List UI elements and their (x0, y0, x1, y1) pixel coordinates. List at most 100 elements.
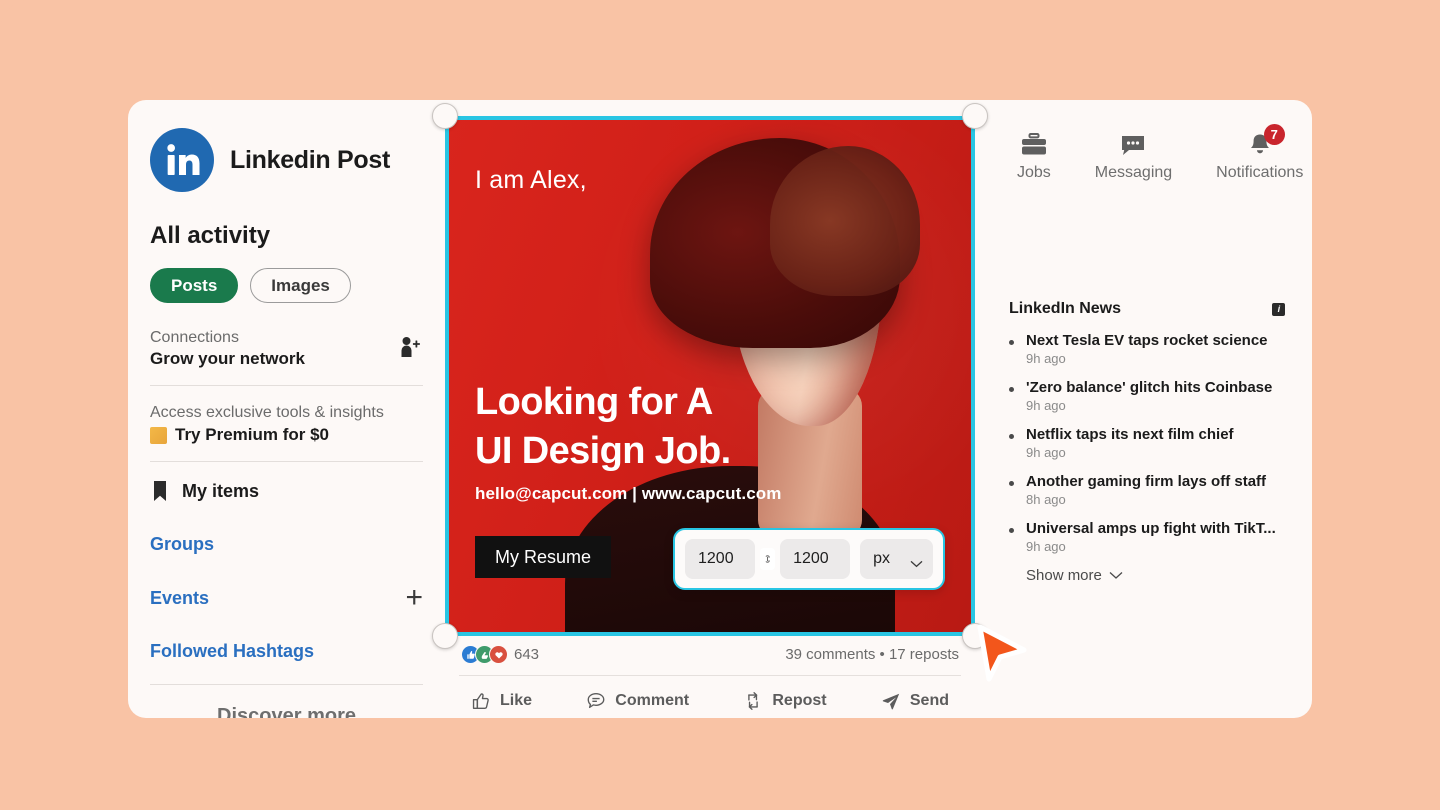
news-item-time: 9h ago (1026, 539, 1066, 554)
page-title: Linkedin Post (230, 145, 391, 174)
linkedin-icon (150, 128, 214, 192)
poster-headline-line2: UI Design Job. (475, 429, 731, 472)
news-item-title: Another gaming firm lays off staff (1026, 473, 1267, 490)
filter-pills: Posts Images (150, 268, 423, 303)
pill-posts[interactable]: Posts (150, 268, 239, 303)
sidebar-item-followed-hashtags[interactable]: Followed Hashtags (150, 627, 423, 676)
resize-handle-top-left[interactable] (432, 103, 458, 129)
right-panel: Jobs Messaging 7 Notifications LinkedIn … (975, 100, 1312, 718)
connections-label: Connections (150, 329, 239, 346)
news-item-title: Next Tesla EV taps rocket science (1026, 332, 1268, 349)
unit-select[interactable]: px (860, 539, 933, 579)
bullet-icon (1009, 481, 1014, 486)
news-list: Next Tesla EV taps rocket science 9h ago… (1009, 332, 1303, 554)
news-item-title: Universal amps up fight with TikT... (1026, 520, 1276, 537)
premium-label: Access exclusive tools & insights (150, 404, 384, 421)
height-input[interactable]: 1200 (780, 539, 851, 579)
sidebar-item-events[interactable]: Events + (150, 569, 423, 627)
nav-label-jobs: Jobs (1017, 164, 1051, 181)
followed-hashtags-label: Followed Hashtags (150, 641, 315, 661)
unit-value: px (873, 550, 891, 567)
groups-label: Groups (150, 534, 215, 554)
show-more-label: Show more (1026, 567, 1102, 584)
image-size-popup[interactable]: 1200 1200 px (673, 528, 945, 590)
repost-button[interactable]: Repost (743, 691, 827, 711)
send-button[interactable]: Send (881, 691, 949, 711)
chevron-down-icon[interactable] (910, 555, 923, 568)
list-item[interactable]: 'Zero balance' glitch hits Coinbase 9h a… (1009, 379, 1303, 413)
nav-item-jobs[interactable]: Jobs (1017, 130, 1051, 182)
nav-item-messaging[interactable]: Messaging (1095, 130, 1172, 182)
nav-item-notifications[interactable]: 7 Notifications (1216, 124, 1304, 182)
reaction-icons (461, 645, 508, 664)
my-items-label: My items (182, 480, 260, 501)
message-bubble-icon (1119, 130, 1147, 158)
comment-button[interactable]: Comment (586, 691, 689, 711)
nav-label-notifications: Notifications (1216, 164, 1304, 181)
link-proportions-icon[interactable] (760, 548, 776, 570)
thumbs-up-icon (471, 691, 491, 711)
chevron-down-icon (1109, 567, 1123, 584)
premium-block[interactable]: Access exclusive tools & insights Try Pr… (150, 386, 423, 461)
connections-block[interactable]: Connections Grow your network (150, 303, 423, 385)
app-card: Linkedin Post All activity Posts Images … (128, 100, 1312, 718)
repost-label: Repost (772, 692, 827, 709)
reaction-summary[interactable]: 643 (461, 645, 539, 664)
pill-images[interactable]: Images (250, 268, 351, 303)
reaction-count: 643 (514, 646, 540, 663)
bell-icon: 7 (1246, 124, 1285, 158)
list-item[interactable]: Universal amps up fight with TikT... 9h … (1009, 520, 1303, 554)
send-paper-plane-icon (881, 691, 901, 711)
plus-icon[interactable]: + (405, 583, 423, 613)
sidebar-item-my-items[interactable]: My items (150, 462, 423, 520)
post-action-bar: Like Comment Repost Send (445, 676, 975, 718)
news-header: LinkedIn News i (1009, 300, 1303, 318)
list-item[interactable]: Another gaming firm lays off staff 8h ag… (1009, 473, 1303, 507)
comment-label: Comment (615, 692, 690, 709)
list-item[interactable]: Next Tesla EV taps rocket science 9h ago (1009, 332, 1303, 366)
bullet-icon (1009, 340, 1014, 345)
show-more-button[interactable]: Show more (1009, 567, 1303, 584)
poster-intro-text: I am Alex, (475, 166, 587, 194)
news-item-time: 9h ago (1026, 351, 1066, 366)
info-icon[interactable]: i (1272, 302, 1286, 316)
width-input[interactable]: 1200 (685, 539, 756, 579)
like-label: Like (500, 692, 533, 709)
poster-headline: Looking for A UI Design Job. (475, 378, 955, 475)
bullet-icon (1009, 387, 1014, 392)
engagement-stats-row: 643 39 comments • 17 reposts (445, 636, 975, 675)
linkedin-news-module: LinkedIn News i Next Tesla EV taps rocke… (1009, 300, 1303, 584)
add-person-icon[interactable] (397, 335, 423, 361)
nav-label-messaging: Messaging (1094, 164, 1173, 181)
my-resume-button[interactable]: My Resume (475, 536, 612, 578)
sidebar-item-groups[interactable]: Groups (150, 520, 423, 569)
bookmark-icon (152, 480, 168, 502)
comments-reposts-count[interactable]: 39 comments • 17 reposts (785, 646, 959, 663)
list-item[interactable]: Netflix taps its next film chief 9h ago (1009, 426, 1303, 460)
love-reaction-icon (489, 645, 508, 664)
news-item-time: 8h ago (1026, 492, 1066, 507)
connections-subtitle: Grow your network (150, 349, 305, 368)
notifications-badge: 7 (1263, 124, 1285, 145)
like-button[interactable]: Like (471, 691, 532, 711)
news-item-time: 9h ago (1026, 445, 1066, 460)
send-label: Send (909, 692, 949, 709)
events-label: Events (150, 587, 210, 608)
news-item-title: Netflix taps its next film chief (1026, 426, 1234, 443)
discover-more-button[interactable]: Discover more (150, 685, 423, 718)
poster-headline-line1: Looking for A (475, 381, 713, 423)
briefcase-icon (1020, 130, 1048, 158)
post-column: I am Alex, Looking for A UI Design Job. … (432, 100, 988, 718)
left-sidebar: Linkedin Post All activity Posts Images … (128, 100, 445, 718)
news-item-time: 9h ago (1026, 398, 1066, 413)
bullet-icon (1009, 528, 1014, 533)
bullet-icon (1009, 434, 1014, 439)
news-item-title: 'Zero balance' glitch hits Coinbase (1026, 379, 1273, 396)
section-title-all-activity: All activity (150, 222, 271, 249)
premium-cta[interactable]: Try Premium for $0 (175, 425, 329, 445)
repost-icon (743, 691, 763, 711)
news-title: LinkedIn News (1009, 300, 1122, 317)
comment-bubble-icon (586, 691, 606, 711)
brand-header: Linkedin Post (150, 128, 423, 192)
poster-contact: hello@capcut.com | www.capcut.com (475, 484, 782, 503)
